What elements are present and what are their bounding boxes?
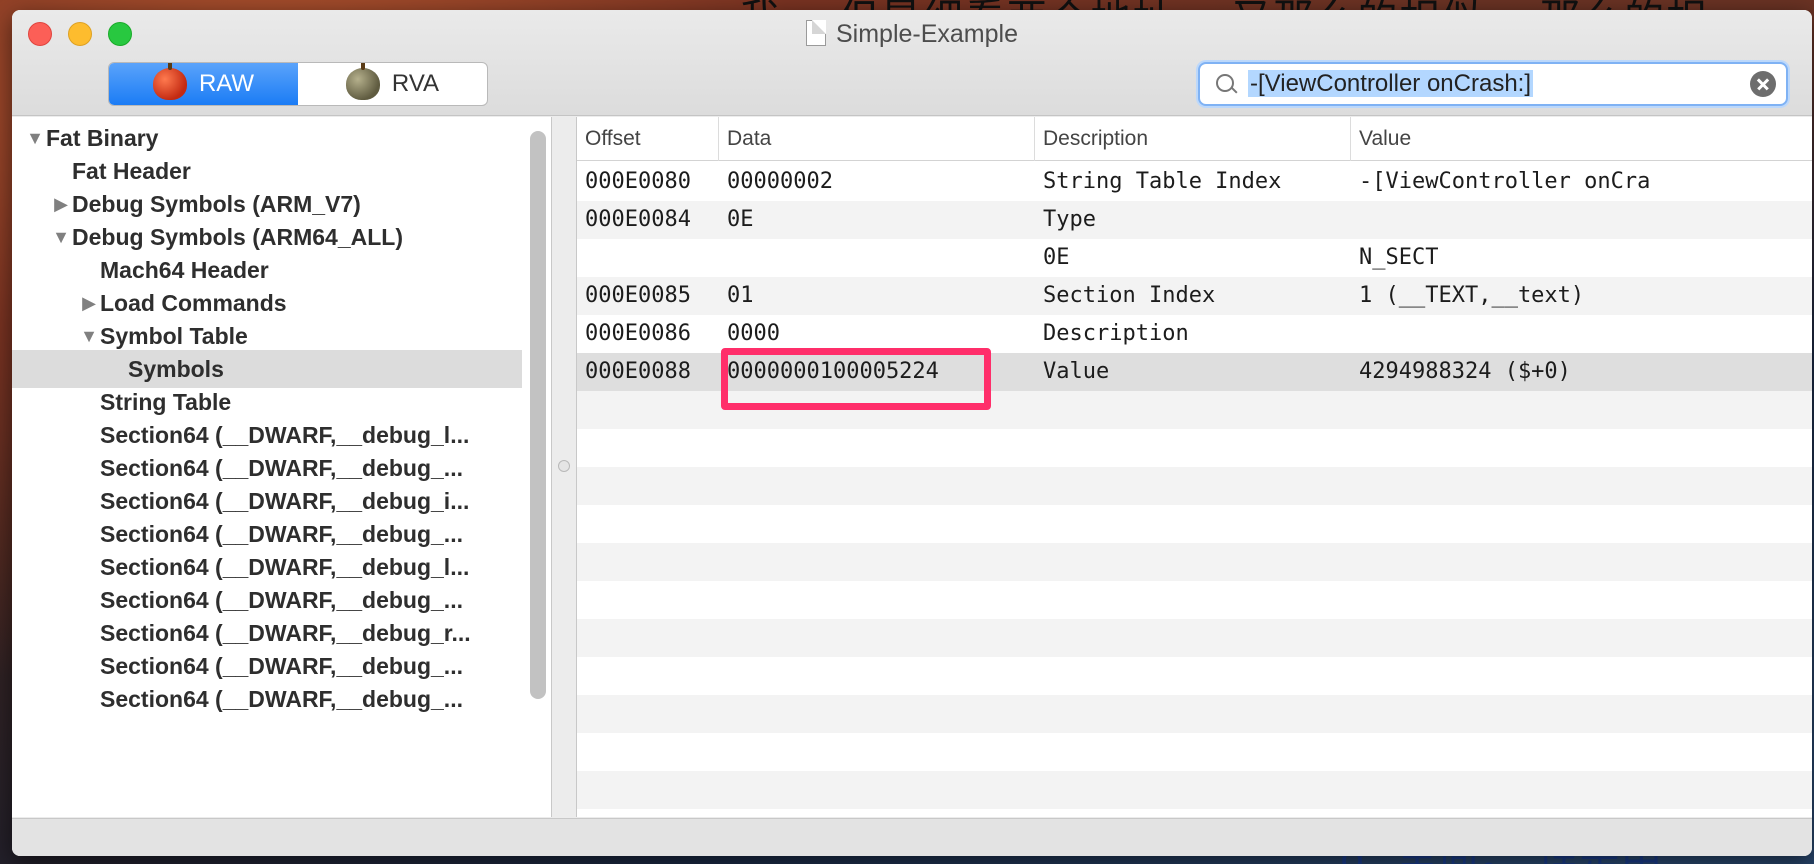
window-title: Simple-Example [12,20,1812,49]
empty-row [577,771,1812,809]
red-apple-icon [152,63,187,100]
table-row[interactable]: 0E N_SECT [577,239,1812,277]
offset-cell [577,239,719,277]
tree-item-label: Section64 (__DWARF,__debug_i... [100,487,470,514]
data-cell: 0000 [727,321,780,346]
offset-cell: 000E0088 [585,359,691,384]
data-table: Offset Data Description Value 000E0080 0… [576,117,1812,817]
clear-search-icon[interactable] [1750,71,1776,97]
empty-row [577,505,1812,543]
tree-item-label: Symbols [128,355,224,382]
data-cell: 0000000100005224 [727,359,939,384]
offset-cell: 000E0084 [585,207,691,232]
status-bar [12,818,1812,856]
data-cell: 01 [727,283,754,308]
tree-item-label: Section64 (__DWARF,__debug_r... [100,619,471,646]
empty-row [577,543,1812,581]
empty-row [577,429,1812,467]
tree-item-label: Debug Symbols (ARM64_ALL) [72,223,403,250]
app-window: Simple-Example RAW RVA -[ViewController … [12,10,1812,856]
document-icon [805,20,826,46]
table-row[interactable]: 000E0086 0000 Description [577,315,1812,353]
description-cell: Type [1043,207,1096,232]
empty-row [577,619,1812,657]
table-row[interactable]: 000E0080 00000002 String Table Index -[V… [577,163,1812,201]
column-header-description[interactable]: Description [1035,117,1351,161]
tree-item-label: Section64 (__DWARF,__debug_... [100,685,463,712]
raw-segment-label: RAW [198,70,255,97]
description-cell: String Table Index [1043,169,1282,194]
value-cell [1351,315,1812,353]
empty-row [577,695,1812,733]
value-cell: 4294988324 ($+0) [1359,359,1571,384]
value-cell: N_SECT [1359,245,1439,270]
description-cell: 0E [1043,245,1070,270]
rva-segment-label: RVA [391,70,440,97]
empty-row [577,391,1812,429]
table-row-selected[interactable]: 000E0088 0000000100005224 Value 42949883… [577,353,1812,391]
column-header-offset[interactable]: Offset [577,117,719,161]
raw-rva-segmented-control: RAW RVA [108,62,488,106]
rva-segment[interactable]: RVA [298,63,487,105]
column-header-data[interactable]: Data [719,117,1035,161]
search-input[interactable]: -[ViewController onCrash:] [1244,67,1750,101]
empty-row [577,733,1812,771]
value-cell [1351,201,1812,239]
value-cell: -[ViewController onCra… [1359,169,1651,194]
search-icon [1208,66,1244,102]
tree-item-label: Section64 (__DWARF,__debug_... [100,454,463,481]
grey-apple-icon [345,63,380,100]
split-view-divider-handle[interactable] [558,460,570,472]
tree-item-label: Fat Header [72,157,191,184]
search-input-value: -[ViewController onCrash:] [1248,70,1534,97]
data-cell [719,239,1035,277]
data-cell: 00000002 [727,169,833,194]
tree-item-label: Symbol Table [100,322,248,349]
window-title-text: Simple-Example [835,20,1018,48]
value-cell: 1 (__TEXT,__text) [1359,283,1585,308]
description-cell: Section Index [1043,283,1216,308]
offset-cell: 000E0085 [585,283,691,308]
disclosure-expanded-icon[interactable]: ▼ [24,128,46,149]
table-row[interactable]: 000E0085 01 Section Index 1 (__TEXT,__te… [577,277,1812,315]
tree-item-label: Load Commands [100,289,287,316]
data-cell: 0E [727,207,754,232]
table-row[interactable]: 000E0084 0E Type [577,201,1812,239]
column-header-value[interactable]: Value [1351,117,1812,161]
search-field[interactable]: -[ViewController onCrash:] [1198,62,1788,106]
description-cell: Value [1043,359,1110,384]
tree-item-section64[interactable]: Section64 (__DWARF,__debug_... [12,680,551,718]
sidebar-tree: ▼ Fat Binary Fat Header ▶ Debug Symbols … [12,117,552,817]
empty-row [577,467,1812,505]
tree-item-label: Section64 (__DWARF,__debug_... [100,652,463,679]
tree-item-label: Section64 (__DWARF,__debug_l... [100,553,470,580]
tree-item-label: Fat Binary [46,124,159,151]
tree-item-label: Section64 (__DWARF,__debug_... [100,586,463,613]
description-cell: Description [1043,321,1189,346]
disclosure-collapsed-icon[interactable]: ▶ [78,293,100,314]
sidebar-scrollbar[interactable] [530,131,546,699]
empty-row [577,657,1812,695]
tree-item-label: Section64 (__DWARF,__debug_l... [100,421,470,448]
disclosure-expanded-icon[interactable]: ▼ [50,227,72,248]
tree-item-label: Debug Symbols (ARM_V7) [72,190,361,217]
tree-item-label: Mach64 Header [100,256,269,283]
tree-item-label: Section64 (__DWARF,__debug_... [100,520,463,547]
disclosure-collapsed-icon[interactable]: ▶ [50,194,72,215]
offset-cell: 000E0086 [585,321,691,346]
raw-segment[interactable]: RAW [109,63,298,105]
disclosure-expanded-icon[interactable]: ▼ [78,326,100,347]
tree-item-label: String Table [100,388,232,415]
offset-cell: 000E0080 [585,169,691,194]
table-header: Offset Data Description Value [577,117,1812,161]
empty-row [577,581,1812,619]
titlebar: Simple-Example RAW RVA -[ViewController … [12,10,1812,116]
